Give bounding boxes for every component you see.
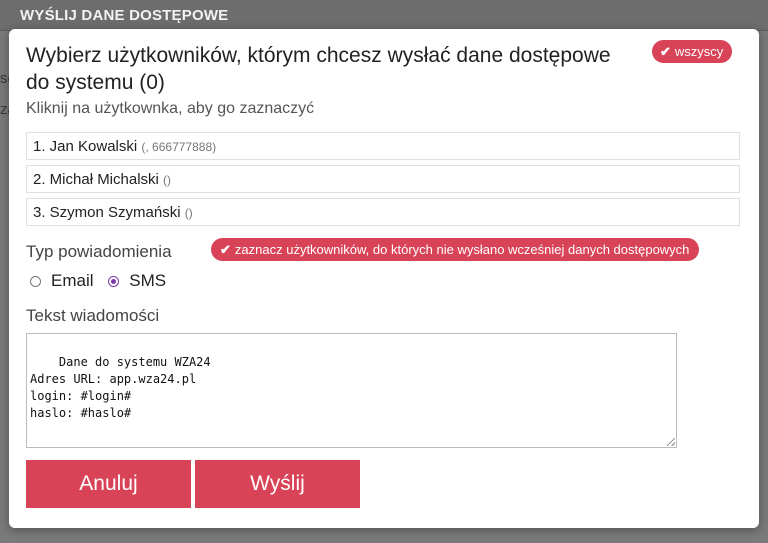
email-radio[interactable] bbox=[30, 275, 41, 287]
message-content: Dane do systemu WZA24 Adres URL: app.wza… bbox=[30, 355, 211, 420]
user-phone: (, 666777888) bbox=[141, 140, 217, 154]
select-hint: Kliknij na użytkownka, aby go zaznaczyć bbox=[26, 100, 315, 117]
user-row[interactable]: 3. Szymon Szymański () bbox=[26, 198, 740, 226]
message-textarea[interactable]: Dane do systemu WZA24 Adres URL: app.wza… bbox=[26, 333, 677, 448]
cancel-button[interactable]: Anuluj bbox=[26, 460, 191, 508]
check-icon: ✔ bbox=[220, 242, 231, 257]
select-all-label: wszyscy bbox=[674, 44, 724, 59]
user-name: 3. Szymon Szymański bbox=[33, 204, 181, 221]
user-phone: () bbox=[184, 206, 193, 220]
background-header: WYŚLIJ DANE DOSTĘPOWE bbox=[0, 0, 768, 31]
select-all-button[interactable]: ✔ wszyscy bbox=[652, 40, 733, 63]
background-title: WYŚLIJ DANE DOSTĘPOWE bbox=[20, 7, 229, 24]
select-unsent-label: zaznacz użytkowników, do których nie wys… bbox=[234, 242, 690, 257]
sms-label: SMS bbox=[129, 271, 167, 290]
message-text-label: Tekst wiadomości bbox=[26, 306, 160, 325]
email-option[interactable]: Email bbox=[30, 271, 94, 291]
resize-handle[interactable] bbox=[667, 438, 675, 446]
check-icon: ✔ bbox=[660, 44, 671, 59]
email-label: Email bbox=[51, 271, 94, 290]
select-unsent-button[interactable]: ✔ zaznacz użytkowników, do których nie wy… bbox=[211, 238, 700, 261]
sms-option[interactable]: SMS bbox=[108, 271, 166, 291]
modal-title: Wybierz użytkowników, którym chcesz wysł… bbox=[26, 44, 611, 94]
send-button[interactable]: Wyślij bbox=[195, 460, 360, 508]
user-row[interactable]: 2. Michał Michalski () bbox=[26, 165, 740, 193]
notification-type-radio-group: Email SMS bbox=[30, 271, 176, 292]
user-name: 1. Jan Kowalski bbox=[33, 138, 138, 155]
send-credentials-modal: Wybierz użytkowników, którym chcesz wysł… bbox=[9, 29, 759, 528]
user-row[interactable]: 1. Jan Kowalski (, 666777888) bbox=[26, 132, 740, 160]
sms-radio[interactable] bbox=[108, 275, 120, 287]
notification-type-label: Typ powiadomienia bbox=[26, 242, 172, 261]
user-phone: () bbox=[163, 173, 172, 187]
user-name: 2. Michał Michalski bbox=[33, 171, 159, 188]
